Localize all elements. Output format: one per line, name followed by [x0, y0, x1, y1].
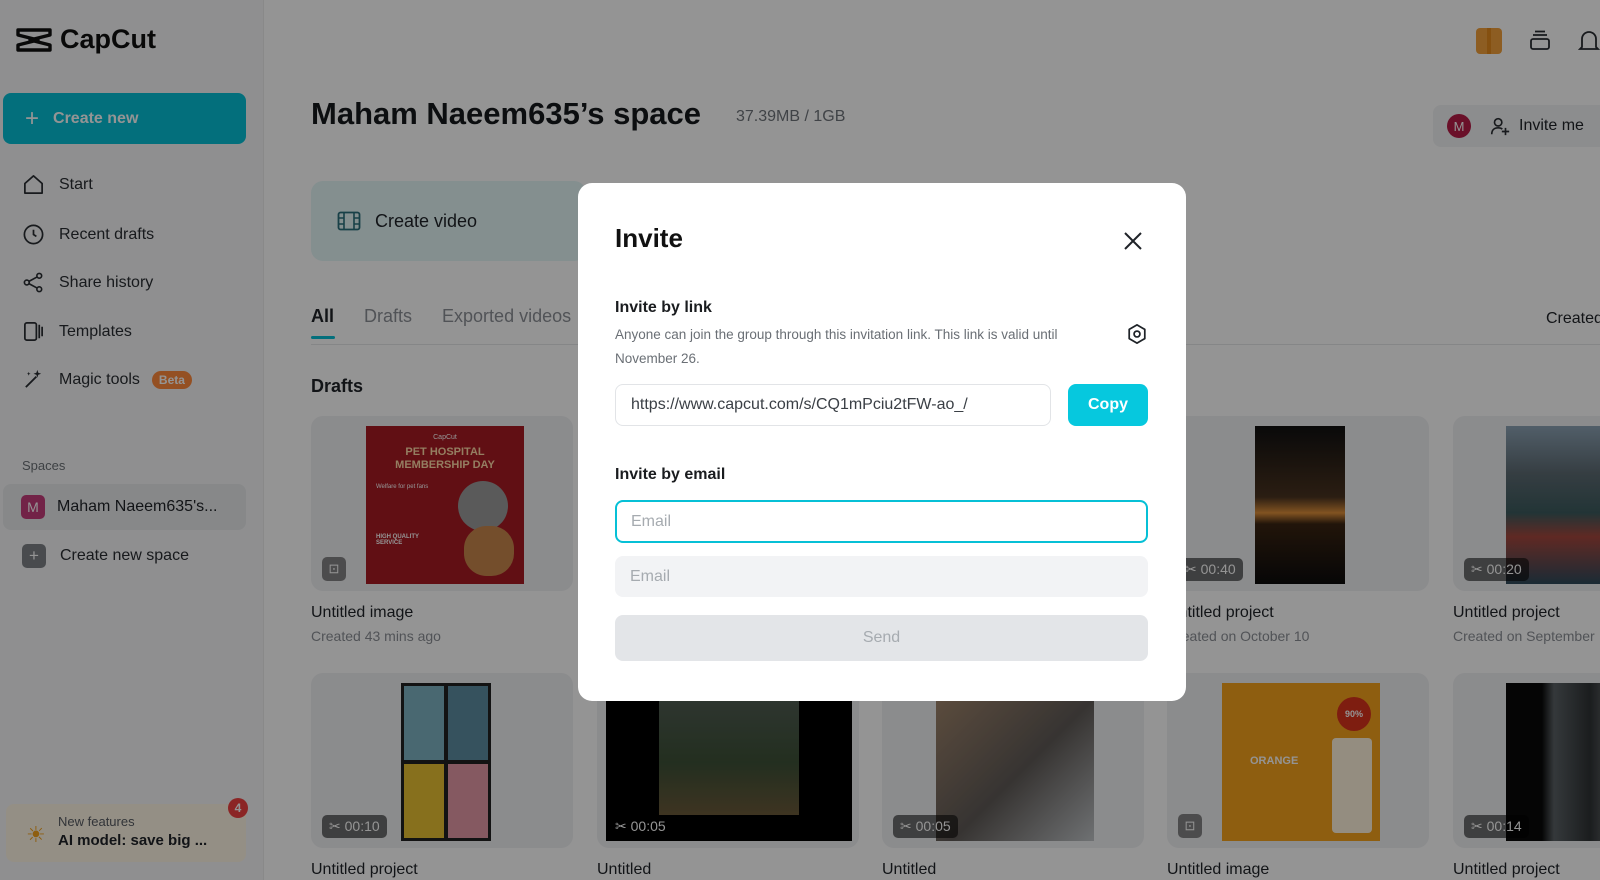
invite-by-link-heading: Invite by link: [615, 299, 712, 316]
invite-link-field[interactable]: https://www.capcut.com/s/CQ1mPciu2tFW-ao…: [615, 384, 1051, 426]
settings-icon[interactable]: [1126, 323, 1148, 345]
copy-link-button[interactable]: Copy: [1068, 384, 1148, 426]
close-icon[interactable]: [1121, 229, 1145, 253]
send-button[interactable]: Send: [615, 615, 1148, 661]
invite-dialog: Invite Invite by link Anyone can join th…: [578, 183, 1186, 701]
invite-by-email-heading: Invite by email: [615, 466, 726, 483]
email-field-2[interactable]: Email: [615, 556, 1148, 597]
invite-link-description: Anyone can join the group through this i…: [615, 327, 1058, 366]
capcut-app: CapCut + Create new Start Recent drafts …: [0, 0, 1600, 880]
email-field-1[interactable]: Email: [615, 500, 1148, 543]
dialog-title: Invite: [615, 223, 683, 253]
